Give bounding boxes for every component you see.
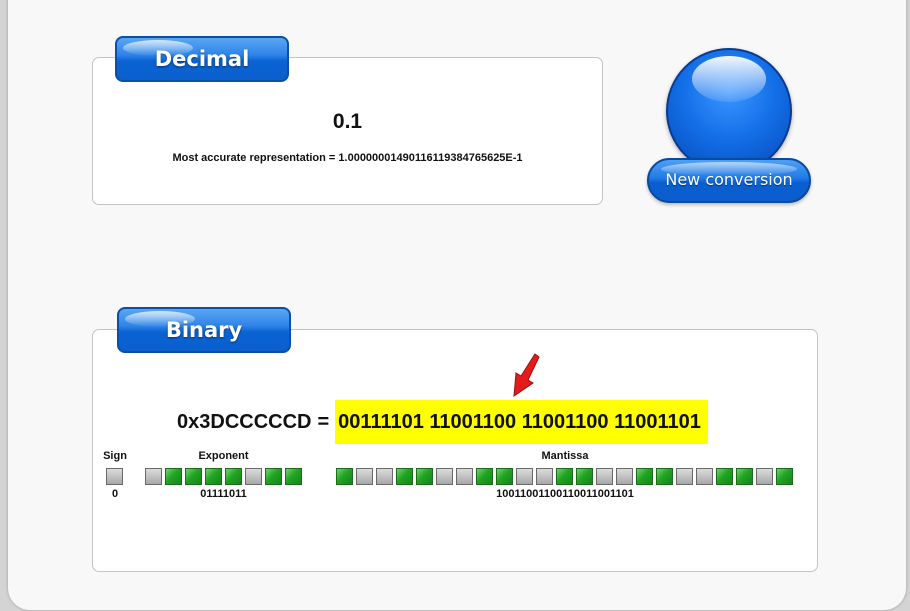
hex-binary-line: 0x3DCCCCCD = 00111101 11001100 11001100 … (177, 400, 708, 444)
exponent-bits (145, 468, 302, 485)
bit-toggle[interactable] (245, 468, 262, 485)
bit-toggle[interactable] (336, 468, 353, 485)
bit-toggle[interactable] (576, 468, 593, 485)
binary-string: 00111101 11001100 11001100 11001101 (335, 400, 708, 444)
mantissa-bits (336, 468, 793, 485)
bit-toggle[interactable] (225, 468, 242, 485)
exponent-label: Exponent (198, 450, 249, 462)
bit-toggle[interactable] (716, 468, 733, 485)
bit-toggle[interactable] (676, 468, 693, 485)
new-conversion-label: New conversion (665, 170, 793, 189)
bit-toggle[interactable] (185, 468, 202, 485)
red-arrow-icon (513, 353, 540, 398)
bit-toggle[interactable] (656, 468, 673, 485)
bit-toggle[interactable] (265, 468, 282, 485)
bit-toggle[interactable] (356, 468, 373, 485)
bit-toggle[interactable] (556, 468, 573, 485)
decimal-tab-header: Decimal (115, 36, 289, 82)
bit-toggle[interactable] (396, 468, 413, 485)
bit-toggle[interactable] (205, 468, 222, 485)
bit-toggle[interactable] (376, 468, 393, 485)
bit-toggle[interactable] (496, 468, 513, 485)
bit-toggle[interactable] (776, 468, 793, 485)
new-conversion-pill[interactable]: New conversion (647, 158, 811, 203)
bit-toggle[interactable] (436, 468, 453, 485)
bit-toggle[interactable] (756, 468, 773, 485)
mantissa-value: 10011001100110011001101 (496, 488, 634, 500)
bit-toggle[interactable] (616, 468, 633, 485)
binary-tab-header: Binary (117, 307, 291, 353)
bit-toggle[interactable] (285, 468, 302, 485)
bit-toggle[interactable] (456, 468, 473, 485)
hex-value: 0x3DCCCCCD (177, 410, 312, 433)
bit-toggle[interactable] (416, 468, 433, 485)
bit-toggle[interactable] (476, 468, 493, 485)
equals-sign: = (317, 410, 330, 433)
sign-value: 0 (111, 488, 119, 500)
decimal-value: 0.1 (332, 110, 363, 133)
bit-toggle[interactable] (696, 468, 713, 485)
bit-toggle[interactable] (165, 468, 182, 485)
bit-toggle[interactable] (736, 468, 753, 485)
bit-toggle[interactable] (106, 468, 123, 485)
bit-toggle[interactable] (145, 468, 162, 485)
orb-icon[interactable] (666, 48, 792, 174)
new-conversion-button[interactable]: New conversion (640, 46, 820, 208)
bit-toggle[interactable] (516, 468, 533, 485)
accurate-representation: Most accurate representation = 1.0000000… (172, 152, 523, 164)
bit-toggle[interactable] (596, 468, 613, 485)
decimal-tab-label: Decimal (154, 47, 250, 71)
exponent-value: 01111011 (200, 488, 247, 500)
bit-toggle[interactable] (636, 468, 653, 485)
sign-bits (106, 468, 123, 485)
binary-tab-label: Binary (165, 318, 243, 342)
mantissa-label: Mantissa (541, 450, 589, 462)
bit-toggle[interactable] (536, 468, 553, 485)
sign-label: Sign (103, 450, 127, 462)
